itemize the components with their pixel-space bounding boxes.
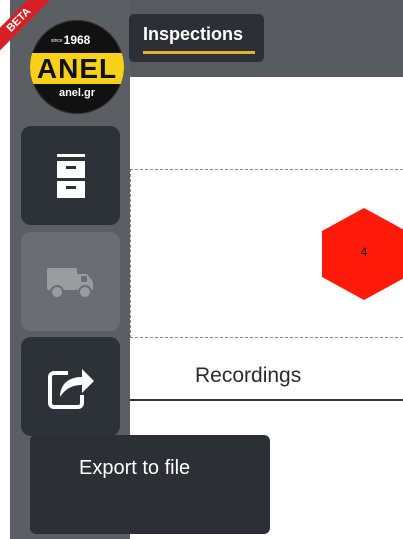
sidebar-item-vehicles[interactable] bbox=[21, 232, 120, 331]
tab-inspections[interactable]: Inspections bbox=[129, 14, 264, 62]
logo-brand: ANEL bbox=[30, 53, 124, 84]
export-tooltip: Export to file bbox=[30, 435, 270, 534]
archive-drawer-icon bbox=[56, 153, 85, 198]
truck-icon bbox=[46, 267, 93, 299]
sidebar-item-export[interactable] bbox=[21, 337, 120, 436]
company-logo: since 1968 ANEL anel.gr bbox=[30, 20, 124, 114]
hex-marker-value: 4 bbox=[360, 245, 368, 259]
active-tab-indicator bbox=[143, 51, 255, 54]
export-share-icon bbox=[47, 368, 94, 409]
sidebar-item-archive[interactable] bbox=[21, 126, 120, 225]
recordings-underline bbox=[130, 399, 403, 401]
export-tooltip-text: Export to file bbox=[79, 457, 191, 479]
logo-domain: anel.gr bbox=[58, 87, 96, 99]
recordings-title[interactable]: Recordings bbox=[195, 364, 301, 388]
tab-inspections-label: Inspections bbox=[143, 24, 244, 44]
logo-year: 1968 bbox=[63, 33, 91, 47]
